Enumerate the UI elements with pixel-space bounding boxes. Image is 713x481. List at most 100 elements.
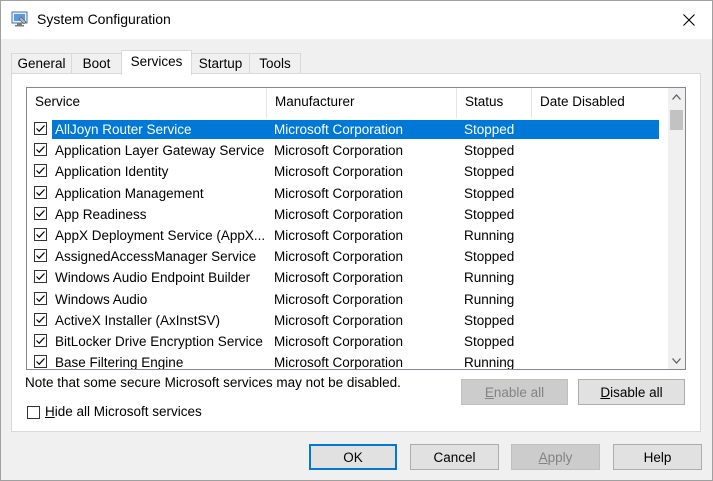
service-checkbox[interactable]: [34, 270, 47, 284]
status-cell: Stopped: [464, 312, 515, 328]
manufacturer-cell: Microsoft Corporation: [274, 249, 404, 265]
date-disabled-cell: [539, 310, 659, 331]
table-row[interactable]: AllJoyn Router Service Microsoft Corporat…: [27, 119, 667, 140]
check-icon: [36, 209, 45, 217]
service-name-cell: Windows Audio Endpoint Builder: [55, 270, 251, 286]
tab-boot[interactable]: Boot: [71, 53, 122, 74]
service-checkbox[interactable]: [34, 291, 47, 305]
system-config-icon: [11, 10, 29, 28]
manufacturer-cell: Microsoft Corporation: [274, 291, 404, 307]
service-checkbox[interactable]: [34, 333, 47, 347]
chevron-down-icon: [672, 357, 681, 364]
check-icon: [36, 252, 45, 260]
list-rows: AllJoyn Router Service Microsoft Corporat…: [27, 119, 667, 370]
tab-general[interactable]: General: [11, 53, 72, 74]
table-row[interactable]: AppX Deployment Service (AppX... Microsof…: [27, 225, 667, 246]
status-cell: Running: [464, 270, 515, 286]
window-title: System Configuration: [37, 11, 171, 27]
ok-button[interactable]: OK: [309, 444, 397, 470]
status-cell: Stopped: [464, 122, 515, 137]
enable-all-accel: E: [484, 385, 494, 400]
enable-all-label: nable all: [493, 385, 545, 400]
service-name-cell: ActiveX Installer (AxInstSV): [55, 312, 221, 328]
manufacturer-cell: Microsoft Corporation: [274, 185, 404, 201]
service-checkbox[interactable]: [34, 185, 47, 199]
hide-ms-label: ide all Microsoft services: [54, 404, 202, 419]
secure-services-note: Note that some secure Microsoft services…: [25, 375, 401, 390]
check-icon: [36, 358, 45, 366]
service-name-cell: AppX Deployment Service (AppX...: [55, 227, 265, 243]
date-disabled-cell: [539, 161, 659, 182]
cancel-button[interactable]: Cancel: [410, 444, 499, 470]
manufacturer-cell: Microsoft Corporation: [274, 355, 404, 370]
service-checkbox[interactable]: [34, 206, 47, 220]
service-checkbox[interactable]: [34, 312, 47, 326]
table-row[interactable]: AssignedAccessManager Service Microsoft C…: [27, 246, 667, 267]
check-icon: [36, 294, 45, 302]
manufacturer-cell: Microsoft Corporation: [274, 270, 404, 286]
manufacturer-cell: Microsoft Corporation: [274, 227, 404, 243]
tab-services[interactable]: Services: [121, 50, 192, 75]
service-checkbox[interactable]: [34, 227, 47, 241]
service-checkbox[interactable]: [34, 355, 47, 369]
column-header-status[interactable]: Status: [457, 88, 532, 118]
manufacturer-cell: Microsoft Corporation: [274, 164, 404, 180]
services-list[interactable]: Service Manufacturer Status Date Disable…: [26, 87, 686, 370]
manufacturer-cell: Microsoft Corporation: [274, 312, 404, 328]
manufacturer-cell: Microsoft Corporation: [274, 333, 404, 349]
service-name-cell: BitLocker Drive Encryption Service: [55, 333, 263, 349]
date-disabled-cell: [539, 352, 659, 369]
apply-button[interactable]: Apply: [511, 444, 600, 470]
check-icon: [36, 336, 45, 344]
service-name-cell: AllJoyn Router Service: [55, 122, 192, 137]
service-checkbox[interactable]: [34, 249, 47, 263]
table-row[interactable]: Windows Audio Microsoft Corporation Runnin…: [27, 289, 667, 310]
status-cell: Stopped: [464, 206, 515, 222]
help-button[interactable]: Help: [613, 444, 702, 470]
column-header-service[interactable]: Service: [27, 88, 267, 118]
service-name-cell: Application Layer Gateway Service: [55, 143, 265, 159]
column-header-manufacturer[interactable]: Manufacturer: [267, 88, 457, 118]
hide-ms-accel: H: [45, 404, 55, 419]
table-row[interactable]: Base Filtering Engine Microsoft Corporati…: [27, 352, 667, 370]
date-disabled-cell: [539, 267, 659, 288]
apply-label: pply: [547, 450, 573, 465]
manufacturer-cell: Microsoft Corporation: [274, 143, 404, 159]
service-name-cell: Application Management: [55, 185, 204, 201]
tab-startup[interactable]: Startup: [191, 53, 250, 74]
service-checkbox[interactable]: [34, 164, 47, 178]
scroll-up-button[interactable]: [668, 88, 685, 105]
scroll-thumb[interactable]: [670, 110, 683, 130]
table-row[interactable]: Application Identity Microsoft Corporatio…: [27, 161, 667, 182]
date-disabled-cell: [539, 183, 659, 204]
status-cell: Running: [464, 291, 515, 307]
date-disabled-cell: [539, 225, 659, 246]
hide-microsoft-services-checkbox[interactable]: [27, 406, 40, 419]
column-header-date-disabled[interactable]: Date Disabled: [532, 88, 662, 118]
service-name-cell: Windows Audio: [55, 291, 148, 307]
disable-all-button[interactable]: Disable all: [578, 379, 685, 405]
status-cell: Running: [464, 355, 515, 370]
check-icon: [36, 125, 45, 133]
service-checkbox[interactable]: [34, 143, 47, 157]
check-icon: [36, 315, 45, 323]
table-row[interactable]: Application Layer Gateway Service Microso…: [27, 140, 667, 161]
scroll-down-button[interactable]: [668, 352, 685, 369]
tab-tools[interactable]: Tools: [249, 53, 301, 74]
close-button[interactable]: [666, 1, 712, 39]
check-icon: [36, 188, 45, 196]
table-row[interactable]: ActiveX Installer (AxInstSV) Microsoft Co…: [27, 310, 667, 331]
table-row[interactable]: BitLocker Drive Encryption Service Micros…: [27, 331, 667, 352]
title-bar: System Configuration: [1, 1, 712, 39]
service-checkbox[interactable]: [34, 122, 47, 135]
table-row[interactable]: Application Management Microsoft Corporat…: [27, 183, 667, 204]
table-row[interactable]: Windows Audio Endpoint Builder Microsoft …: [27, 267, 667, 288]
services-panel: Service Manufacturer Status Date Disable…: [11, 73, 701, 432]
vertical-scrollbar[interactable]: [668, 88, 685, 369]
check-icon: [36, 273, 45, 281]
enable-all-button[interactable]: Enable all: [461, 379, 568, 405]
date-disabled-cell: [539, 140, 659, 161]
status-cell: Running: [464, 227, 515, 243]
table-row[interactable]: App Readiness Microsoft Corporation Stoppe…: [27, 204, 667, 225]
date-disabled-cell: [539, 119, 659, 140]
